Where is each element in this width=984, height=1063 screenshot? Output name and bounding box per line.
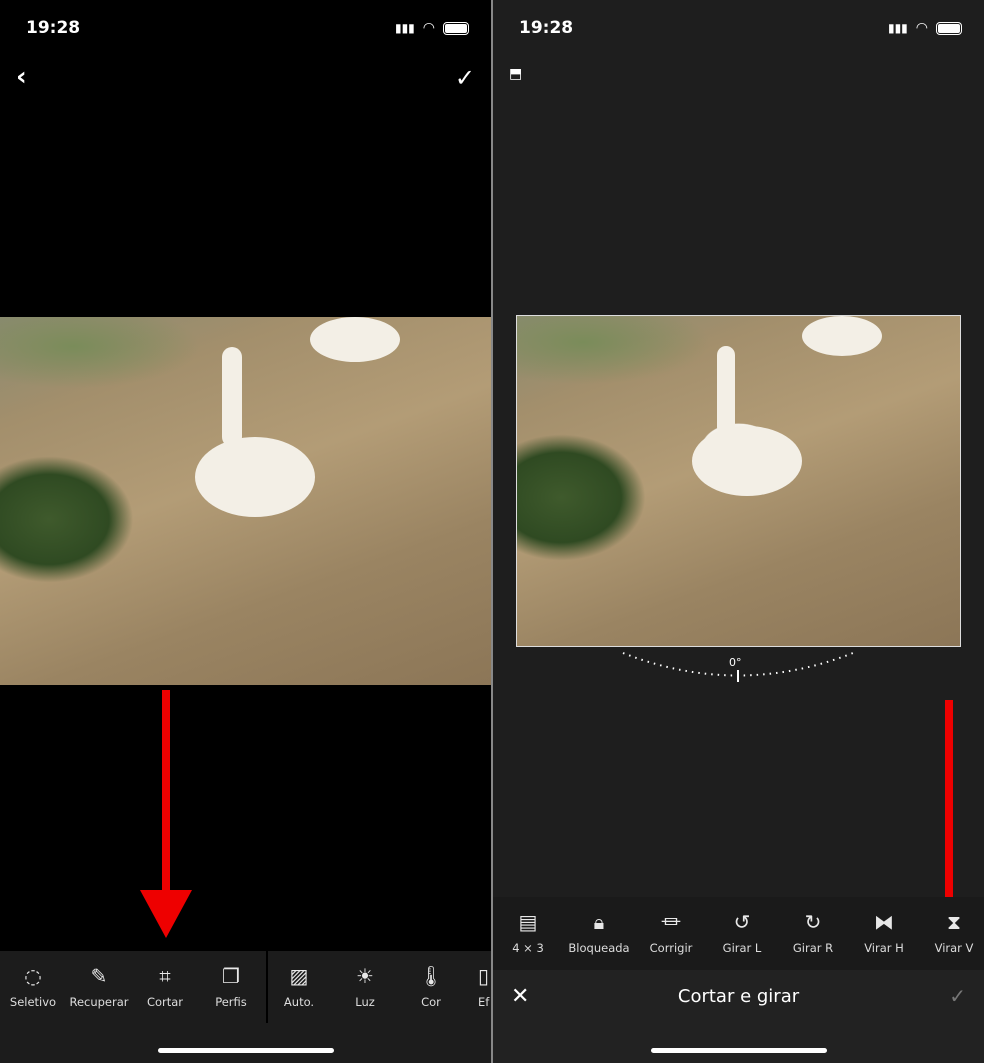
tool-flip-v[interactable]: ⧗ Virar V bbox=[919, 909, 984, 955]
tool-label: Luz bbox=[355, 995, 375, 1009]
color-temperature-icon: 🌡︎ bbox=[418, 964, 444, 988]
tool-label: Girar L bbox=[722, 941, 762, 955]
aspect-ratio-icon: ▤ bbox=[518, 910, 538, 934]
rotate-right-icon: ↻ bbox=[804, 910, 822, 934]
crop-photo[interactable] bbox=[516, 315, 961, 647]
tool-label: Recuperar bbox=[69, 995, 129, 1009]
tool-healing[interactable]: ✎ Recuperar bbox=[66, 963, 132, 1009]
tool-lock[interactable]: 🔒︎ Bloqueada bbox=[563, 909, 635, 955]
photo-preview[interactable] bbox=[0, 317, 491, 685]
rotation-angle: 0° bbox=[729, 656, 742, 669]
tool-label: Virar V bbox=[934, 941, 974, 955]
lock-icon: 🔒︎ bbox=[593, 910, 605, 934]
wifi-icon: ◠ bbox=[422, 20, 435, 36]
healing-icon: ✎ bbox=[90, 964, 108, 988]
confirm-button[interactable]: ✓ bbox=[949, 984, 966, 1008]
tool-light[interactable]: ☀ Luz bbox=[332, 963, 398, 1009]
right-screen: 19:28 ▮▮▮ ◠ ⬒ 0° ▤ 4 × 3 🔒︎ Bloqueada ⏛ Corr… bbox=[493, 0, 984, 1063]
tool-auto[interactable]: ▨ Auto. bbox=[266, 963, 332, 1009]
tool-effects[interactable]: ▯ Ef bbox=[464, 963, 491, 1009]
tool-straighten[interactable]: ⏛ Corrigir bbox=[635, 909, 707, 955]
rotate-left-icon: ↺ bbox=[733, 910, 751, 934]
tool-profiles[interactable]: ❐ Perfis bbox=[198, 963, 264, 1009]
battery-icon bbox=[936, 21, 962, 35]
footer-bar: ✕ Cortar e girar ✓ bbox=[493, 970, 984, 1063]
tool-label: Auto. bbox=[283, 995, 315, 1009]
tool-label: Cortar bbox=[146, 995, 184, 1009]
tool-selective[interactable]: ◌ Seletivo bbox=[0, 963, 66, 1009]
crop-toolbar: ▤ 4 × 3 🔒︎ Bloqueada ⏛ Corrigir ↺ Girar L ↻ G… bbox=[493, 897, 984, 970]
home-indicator bbox=[651, 1048, 827, 1053]
tool-label: Corrigir bbox=[649, 941, 693, 955]
signal-icon: ▮▮▮ bbox=[887, 21, 908, 35]
tool-label: Seletivo bbox=[9, 995, 57, 1009]
flip-horizontal-icon: ⧓ bbox=[874, 910, 894, 934]
profiles-icon: ❐ bbox=[222, 964, 240, 988]
status-bar: 19:28 ▮▮▮ ◠ bbox=[493, 14, 984, 44]
home-indicator bbox=[158, 1048, 334, 1053]
tool-label: Bloqueada bbox=[568, 941, 630, 955]
tool-label: Cor bbox=[421, 995, 441, 1009]
tool-label: Girar R bbox=[792, 941, 834, 955]
tool-rotate-left[interactable]: ↺ Girar L bbox=[707, 909, 777, 955]
tool-label: Ef bbox=[478, 995, 490, 1009]
status-time: 19:28 bbox=[26, 18, 81, 38]
signal-icon: ▮▮▮ bbox=[394, 21, 415, 35]
panel-title: Cortar e girar bbox=[677, 986, 800, 1007]
auto-icon: ▨ bbox=[289, 964, 309, 988]
tool-flip-h[interactable]: ⧓ Virar H bbox=[849, 909, 919, 955]
light-icon: ☀ bbox=[356, 964, 374, 988]
tool-rotate-right[interactable]: ↻ Girar R bbox=[777, 909, 849, 955]
effects-icon: ▯ bbox=[478, 964, 490, 988]
back-button[interactable]: ‹ bbox=[16, 62, 27, 92]
left-screen: 19:28 ▮▮▮ ◠ ‹ ✓ ◌ Seletivo ✎ Recuperar ⌗ Cor… bbox=[0, 0, 491, 1063]
tool-aspect[interactable]: ▤ 4 × 3 bbox=[493, 909, 563, 955]
tool-crop[interactable]: ⌗ Cortar bbox=[132, 963, 198, 1009]
tool-label: 4 × 3 bbox=[512, 941, 544, 955]
flip-vertical-icon: ⧗ bbox=[946, 910, 962, 934]
selective-icon: ◌ bbox=[24, 964, 42, 988]
bottom-bar: ◌ Seletivo ✎ Recuperar ⌗ Cortar ❐ Perfis ▨ Au… bbox=[0, 951, 491, 1063]
status-time: 19:28 bbox=[519, 18, 574, 38]
battery-icon bbox=[443, 21, 469, 35]
tool-label: Perfis bbox=[215, 995, 247, 1009]
tool-color[interactable]: 🌡︎ Cor bbox=[398, 963, 464, 1009]
crop-icon: ⌗ bbox=[159, 964, 171, 988]
wifi-icon: ◠ bbox=[915, 20, 928, 36]
confirm-button[interactable]: ✓ bbox=[455, 64, 475, 92]
straighten-icon: ⏛ bbox=[661, 910, 681, 934]
status-bar: 19:28 ▮▮▮ ◠ bbox=[0, 14, 491, 44]
tool-label: Virar H bbox=[864, 941, 904, 955]
rotate-aspect-button[interactable]: ⬒ bbox=[509, 66, 522, 82]
